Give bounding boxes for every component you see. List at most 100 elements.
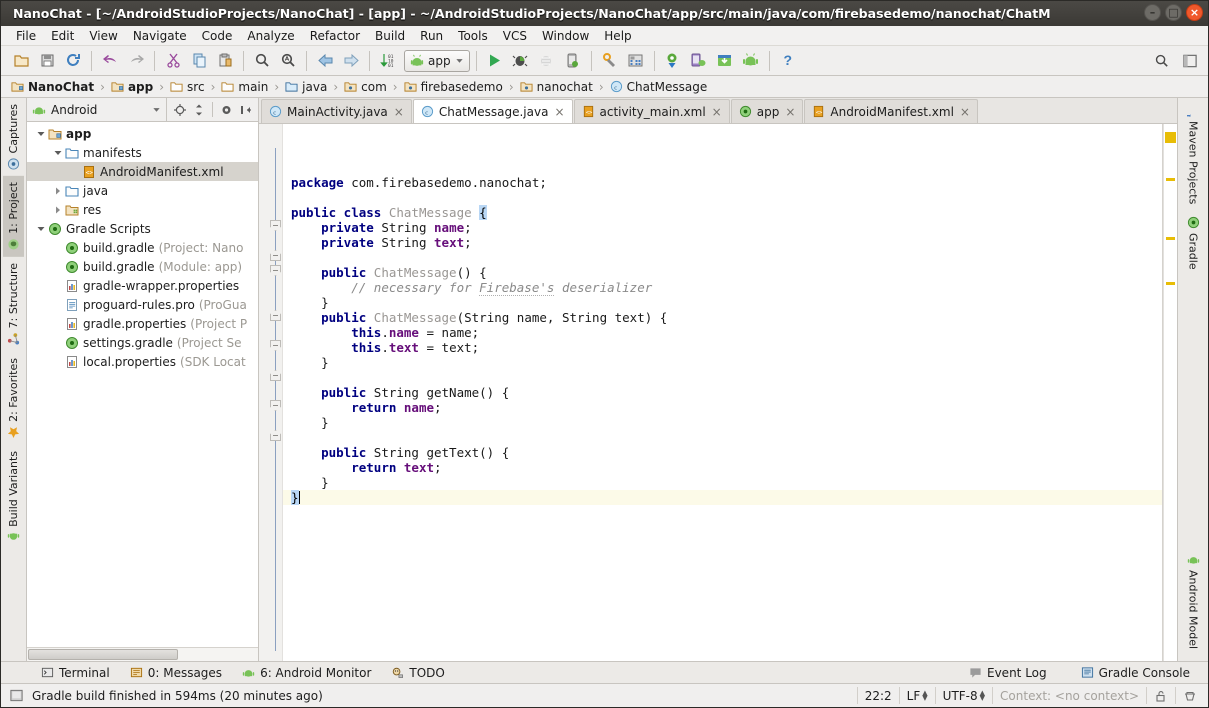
sidebar-item-build-variants[interactable]: Build Variants	[3, 445, 24, 550]
code-line[interactable]	[283, 370, 1162, 385]
fold-marker[interactable]	[270, 250, 281, 261]
redo-icon[interactable]	[124, 49, 148, 73]
fold-marker[interactable]	[270, 430, 281, 441]
code-line[interactable]: // necessary for Firebase's deserializer	[283, 280, 1162, 296]
hide-panel-icon[interactable]	[237, 101, 254, 118]
tree-item-settings-gradle[interactable]: settings.gradle (Project Se	[27, 333, 258, 352]
toolwindow-terminal[interactable]: Terminal	[31, 665, 120, 681]
menu-analyze[interactable]: Analyze	[240, 27, 301, 45]
tab-mainactivity-java[interactable]: c MainActivity.java ×	[261, 99, 412, 123]
code-line[interactable]: package com.firebasedemo.nanochat;	[283, 175, 1162, 190]
layout-icon[interactable]	[1178, 49, 1202, 73]
collapse-all-icon[interactable]	[190, 101, 207, 118]
chevron-down-icon[interactable]	[35, 224, 47, 234]
maximize-button[interactable]: □	[1165, 4, 1182, 21]
help-icon[interactable]: ?	[776, 49, 800, 73]
run-configuration-selector[interactable]: app	[404, 49, 470, 72]
chevron-down-icon[interactable]	[35, 129, 47, 139]
breadcrumb-item-main[interactable]: main	[219, 80, 270, 94]
encoding[interactable]: UTF-8 ▲ ▼	[936, 687, 994, 704]
scrollbar-thumb[interactable]	[28, 649, 178, 660]
menu-edit[interactable]: Edit	[44, 27, 81, 45]
toolwindow-event-log[interactable]: Event Log	[959, 665, 1057, 681]
save-all-icon[interactable]	[35, 49, 59, 73]
debug-icon[interactable]	[509, 49, 533, 73]
status-message[interactable]: Gradle build finished in 594ms (20 minut…	[32, 689, 323, 703]
menu-window[interactable]: Window	[535, 27, 596, 45]
code-line[interactable]: private String text;	[283, 235, 1162, 250]
tab-close-icon[interactable]: ×	[394, 105, 404, 119]
warning-marker[interactable]	[1166, 178, 1175, 181]
fold-marker[interactable]	[270, 370, 281, 381]
project-tree-hscrollbar[interactable]	[27, 647, 258, 661]
code-line[interactable]: public class ChatMessage {	[283, 205, 1162, 220]
tree-item-androidmanifest-xml[interactable]: <> AndroidManifest.xml	[27, 162, 258, 181]
tree-item-build-gradle[interactable]: build.gradle (Project: Nano	[27, 238, 258, 257]
fold-marker[interactable]	[270, 265, 281, 276]
tree-item-proguard-rules-pro[interactable]: proguard-rules.pro (ProGua	[27, 295, 258, 314]
menu-run[interactable]: Run	[413, 27, 450, 45]
tree-item-app[interactable]: app	[27, 124, 258, 143]
code-line[interactable]: }	[283, 475, 1162, 490]
project-view-selector[interactable]: Android	[27, 98, 167, 121]
find-icon[interactable]	[250, 49, 274, 73]
sidebar-item-favorites[interactable]: 2: Favorites	[3, 352, 24, 445]
toolwindow-android-monitor[interactable]: 6: Android Monitor	[232, 665, 381, 681]
tab-close-icon[interactable]: ×	[554, 105, 564, 119]
tab-close-icon[interactable]: ×	[712, 105, 722, 119]
android-icon[interactable]	[739, 49, 763, 73]
avd-manager-icon[interactable]	[624, 49, 648, 73]
caret-position[interactable]: 22:2	[856, 687, 900, 704]
tab-app-gradle[interactable]: app ×	[730, 99, 804, 123]
sidebar-item-gradle[interactable]: Gradle	[1183, 210, 1204, 276]
back-icon[interactable]	[313, 49, 337, 73]
menu-file[interactable]: File	[9, 27, 43, 45]
code-line[interactable]: }	[283, 295, 1162, 310]
tree-item-gradle-scripts[interactable]: Gradle Scripts	[27, 219, 258, 238]
chevron-right-icon[interactable]	[52, 186, 64, 196]
lock-widget[interactable]	[1147, 687, 1176, 704]
coverage-icon[interactable]	[535, 49, 559, 73]
menu-refactor[interactable]: Refactor	[303, 27, 367, 45]
sync-icon[interactable]	[61, 49, 85, 73]
menu-code[interactable]: Code	[195, 27, 240, 45]
tree-item-manifests[interactable]: manifests	[27, 143, 258, 162]
code-line[interactable]: this.text = text;	[283, 340, 1162, 355]
code-line[interactable]: private String name;	[283, 220, 1162, 235]
inspection-widget[interactable]	[1176, 687, 1204, 704]
code-line[interactable]: return name;	[283, 400, 1162, 415]
breadcrumb-item-src[interactable]: src	[168, 80, 207, 94]
code-line[interactable]: }	[283, 490, 1162, 505]
code-line[interactable]: return text;	[283, 460, 1162, 475]
sidebar-item-captures[interactable]: Captures	[3, 98, 24, 176]
sidebar-item-structure[interactable]: 7: Structure	[3, 257, 24, 351]
chevron-down-icon[interactable]	[52, 148, 64, 158]
attach-debugger-icon[interactable]	[561, 49, 585, 73]
sidebar-item-maven-projects[interactable]: m Maven Projects	[1183, 98, 1204, 210]
code-line[interactable]: public String getName() {	[283, 385, 1162, 400]
replace-icon[interactable]	[276, 49, 300, 73]
code-line[interactable]: }	[283, 415, 1162, 430]
copy-icon[interactable]	[187, 49, 211, 73]
breadcrumb-item-nanochat-pkg[interactable]: nanochat	[518, 80, 595, 94]
sidebar-item-android-model[interactable]: Android Model	[1183, 547, 1204, 655]
search-everywhere-icon[interactable]	[1150, 49, 1174, 73]
warning-marker[interactable]	[1166, 282, 1175, 285]
run-icon[interactable]	[483, 49, 507, 73]
sync-gradle-icon[interactable]	[661, 49, 685, 73]
toolwindow-messages[interactable]: 0: Messages	[120, 665, 232, 681]
menu-tools[interactable]: Tools	[451, 27, 495, 45]
code-line[interactable]: public ChatMessage() {	[283, 265, 1162, 280]
device-monitor-icon[interactable]	[687, 49, 711, 73]
marker-gutter[interactable]	[1163, 124, 1177, 661]
tab-close-icon[interactable]: ×	[785, 105, 795, 119]
sidebar-item-project[interactable]: 1: Project	[3, 176, 24, 258]
tree-item-java[interactable]: java	[27, 181, 258, 200]
tab-chatmessage-java[interactable]: c ChatMessage.java ×	[412, 99, 573, 123]
code-line[interactable]	[283, 190, 1162, 205]
code-line[interactable]	[283, 250, 1162, 265]
tree-item-res[interactable]: res	[27, 200, 258, 219]
project-tree[interactable]: app manifests <> AndroidManifest.xml java res…	[27, 122, 258, 647]
menu-vcs[interactable]: VCS	[496, 27, 534, 45]
code-line[interactable]: public String getText() {	[283, 445, 1162, 460]
